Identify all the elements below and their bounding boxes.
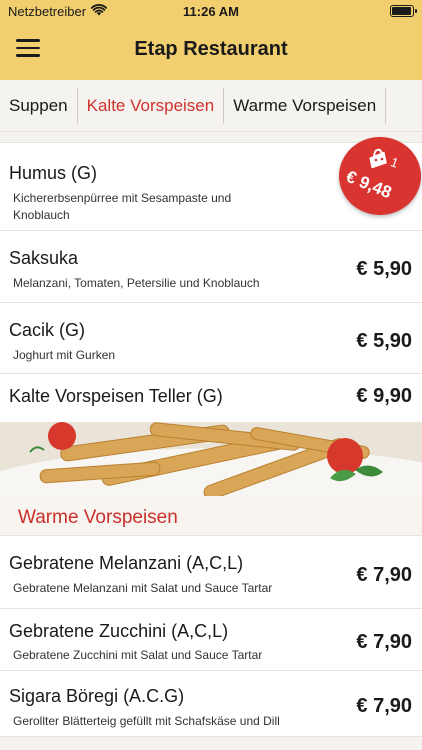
item-price: € 7,90: [356, 695, 412, 717]
item-price: € 5,90: [356, 330, 412, 352]
page-title: Etap Restaurant: [134, 38, 288, 60]
tab-kalte-vorspeisen[interactable]: Kalte Vorspeisen: [78, 87, 225, 124]
app-screen: Netzbetreiber 11:26 AM Etap Restaurant S…: [0, 0, 422, 750]
clock: 11:26 AM: [183, 4, 239, 19]
list-item[interactable]: Cacik (G) Joghurt mit Gurken € 5,90: [0, 303, 422, 374]
item-name: Humus (G): [9, 163, 98, 183]
category-tabs: Suppen Kalte Vorspeisen Warme Vorspeisen: [0, 80, 422, 132]
status-bar: Netzbetreiber 11:26 AM: [0, 0, 422, 22]
tab-suppen[interactable]: Suppen: [0, 87, 78, 124]
item-price: € 7,90: [356, 564, 412, 586]
header-bar: Netzbetreiber 11:26 AM Etap Restaurant: [0, 0, 422, 80]
food-photo: [0, 422, 422, 496]
battery-icon: [390, 5, 417, 17]
item-description: Joghurt mit Gurken: [13, 348, 116, 362]
item-name: Gebratene Zucchini (A,C,L): [9, 621, 229, 641]
section-header: Warme Vorspeisen: [0, 496, 422, 536]
item-name: Gebratene Melanzani (A,C,L): [9, 553, 244, 573]
menu-list: Humus (G) Kichererbsenpürree mit Sesampa…: [0, 140, 422, 750]
item-description: Melanzani, Tomaten, Petersilie und Knobl…: [13, 276, 260, 290]
tab-warme-vorspeisen[interactable]: Warme Vorspeisen: [224, 87, 387, 124]
list-item[interactable]: Gebratene Zucchini (A,C,L) Gebratene Zuc…: [0, 609, 422, 671]
section-title: Warme Vorspeisen: [18, 507, 178, 528]
list-item[interactable]: Kalte Vorspeisen Teller (G) € 9,90: [0, 374, 422, 422]
item-name: Sigara Böregi (A.C.G): [9, 686, 185, 706]
list-item[interactable]: Saksuka Melanzani, Tomaten, Petersilie u…: [0, 231, 422, 303]
navigation-bar: Etap Restaurant: [0, 22, 422, 80]
shopping-bag-icon: [367, 148, 389, 173]
item-name: Cacik (G): [9, 320, 85, 340]
list-item[interactable]: Sigara Böregi (A.C.G) Gerollter Blättert…: [0, 671, 422, 737]
item-description: Kichererbsenpürree mit Sesampaste und Kn…: [13, 191, 232, 222]
cart-count: 1: [388, 154, 401, 171]
item-price: € 7,90: [356, 631, 412, 653]
cart-badge[interactable]: 1 € 9,48: [339, 137, 421, 215]
item-name: Saksuka: [9, 248, 79, 268]
item-description: Gebratene Melanzani mit Salat und Sauce …: [13, 581, 273, 595]
item-price: € 9,90: [356, 385, 412, 407]
item-name: Kalte Vorspeisen Teller (G): [9, 386, 223, 406]
item-price: € 5,90: [356, 258, 412, 280]
item-description: Gerollter Blätterteig gefüllt mit Schafs…: [13, 714, 280, 728]
item-description: Gebratene Zucchini mit Salat und Sauce T…: [13, 648, 263, 662]
list-item[interactable]: Gebratene Melanzani (A,C,L) Gebratene Me…: [0, 536, 422, 609]
